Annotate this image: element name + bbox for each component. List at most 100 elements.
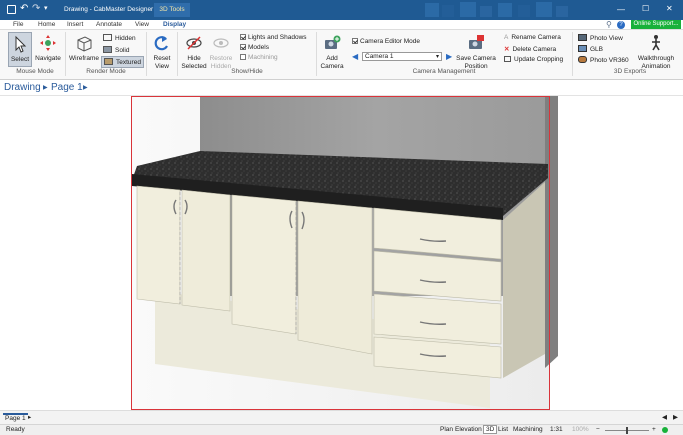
camera-editor-mode-checkbox[interactable]: Camera Editor Mode bbox=[352, 38, 420, 45]
reset-view-button[interactable]: Reset View bbox=[149, 32, 175, 70]
title-bar-decoration bbox=[425, 2, 568, 17]
previous-camera-icon[interactable]: ◀ bbox=[352, 52, 358, 61]
checkbox-checked[interactable] bbox=[240, 44, 246, 50]
hide-selected-button[interactable]: Hide Selected bbox=[180, 32, 208, 70]
3d-scene[interactable] bbox=[0, 96, 683, 410]
3d-exports-group-label: 3D Exports bbox=[613, 68, 647, 75]
zoom-out-button[interactable]: − bbox=[596, 426, 600, 433]
scroll-right-icon[interactable]: ▶ bbox=[673, 413, 678, 421]
online-support-button[interactable]: Online Support... bbox=[631, 20, 681, 29]
navigate-button[interactable]: Navigate bbox=[33, 32, 63, 67]
rename-camera-label: Rename Camera bbox=[511, 34, 561, 41]
breadcrumb-page[interactable]: Page 1 bbox=[51, 82, 83, 93]
photo-vr360-button[interactable]: Photo VR360 bbox=[578, 56, 629, 64]
add-camera-line2: Camera bbox=[320, 63, 344, 70]
wireframe-box-icon bbox=[77, 36, 92, 52]
ribbon-separator bbox=[572, 32, 573, 76]
status-text: Ready bbox=[6, 426, 25, 433]
camera-add-icon bbox=[325, 35, 341, 49]
help-icon[interactable]: ? bbox=[617, 21, 625, 29]
tab-home[interactable]: Home bbox=[38, 21, 55, 28]
breadcrumb-root[interactable]: Drawing bbox=[4, 82, 41, 93]
select-label: Select bbox=[10, 56, 30, 63]
vr360-icon bbox=[578, 56, 587, 63]
3d-viewport[interactable] bbox=[0, 96, 683, 410]
rename-icon: A bbox=[504, 34, 509, 41]
online-status-icon bbox=[662, 427, 668, 433]
page-tab-active[interactable]: Page 1 bbox=[3, 413, 28, 422]
quick-access-dropdown-icon[interactable]: ▾ bbox=[44, 4, 48, 12]
window-title: Drawing - CabMaster Designer bbox=[64, 6, 154, 13]
ribbon-separator bbox=[177, 32, 178, 76]
select-button[interactable]: Select bbox=[8, 32, 32, 67]
ribbon-tabs: File Home Insert Annotate View Display ⚲… bbox=[0, 20, 683, 30]
tab-file[interactable]: File bbox=[13, 21, 23, 28]
side-wall bbox=[545, 96, 558, 368]
minimize-button[interactable]: — bbox=[617, 5, 625, 14]
render-mode-group-label: Render Mode bbox=[86, 68, 126, 75]
glb-button[interactable]: GLB bbox=[578, 45, 603, 53]
machining-checkbox[interactable]: Machining bbox=[240, 54, 278, 61]
add-camera-button[interactable]: Add Camera bbox=[318, 32, 346, 70]
tab-annotate[interactable]: Annotate bbox=[96, 21, 122, 28]
save-camera-line1: Save Camera bbox=[456, 55, 496, 62]
add-page-icon[interactable]: ▸ bbox=[28, 413, 31, 421]
zoom-level: 100% bbox=[572, 426, 589, 433]
reset-view-line1: Reset bbox=[153, 55, 171, 62]
3d-view-button[interactable]: 3D bbox=[483, 425, 498, 434]
update-cropping-label: Update Cropping bbox=[514, 56, 564, 63]
lights-and-shadows-label: Lights and Shadows bbox=[248, 34, 307, 41]
delete-camera-button[interactable]: ✕ Delete Camera bbox=[504, 45, 556, 53]
ribbon-separator bbox=[146, 32, 147, 76]
maximize-button[interactable]: ☐ bbox=[642, 4, 649, 13]
update-cropping-button[interactable]: Update Cropping bbox=[504, 56, 563, 63]
reset-arrow-icon bbox=[154, 36, 168, 51]
navigate-arrows-icon bbox=[40, 35, 56, 51]
zoom-in-button[interactable]: + bbox=[652, 426, 656, 433]
cabinet-door[interactable] bbox=[181, 189, 231, 312]
checkbox-unchecked[interactable] bbox=[240, 54, 246, 60]
elevation-view-button[interactable]: Elevation bbox=[455, 426, 482, 433]
undo-icon[interactable]: ↶ bbox=[20, 3, 28, 14]
camera-select[interactable]: Camera 1 ▾ bbox=[362, 52, 442, 61]
walkthrough-person-icon bbox=[652, 35, 660, 51]
redo-icon[interactable]: ↷ bbox=[32, 3, 40, 14]
zoom-slider-thumb[interactable] bbox=[626, 427, 628, 434]
tab-insert[interactable]: Insert bbox=[67, 21, 83, 28]
context-tab-3d-tools: 3D Tools bbox=[154, 3, 190, 17]
rename-camera-button[interactable]: A Rename Camera bbox=[504, 34, 561, 41]
cabinet-door[interactable] bbox=[231, 194, 297, 335]
tab-display[interactable]: Display bbox=[163, 21, 186, 28]
checkbox-checked[interactable] bbox=[352, 38, 358, 44]
machining-view-button[interactable]: Machining bbox=[513, 426, 543, 433]
lights-and-shadows-checkbox[interactable]: Lights and Shadows bbox=[240, 34, 307, 41]
solid-button[interactable]: Solid bbox=[103, 46, 129, 54]
checkbox-checked[interactable] bbox=[240, 34, 246, 40]
notifications-icon[interactable]: ⚲ bbox=[606, 20, 612, 29]
camera-select-value: Camera 1 bbox=[365, 53, 394, 60]
save-icon[interactable] bbox=[7, 5, 16, 14]
textured-button[interactable]: Textured bbox=[101, 56, 144, 68]
restore-hidden-line1: Restore bbox=[209, 55, 233, 62]
close-button[interactable]: ✕ bbox=[666, 4, 673, 13]
scroll-left-icon[interactable]: ◀ bbox=[662, 413, 667, 421]
save-camera-position-button[interactable]: Save Camera Position bbox=[456, 32, 496, 70]
plan-view-button[interactable]: Plan bbox=[440, 426, 453, 433]
cabinet-door[interactable] bbox=[136, 185, 181, 305]
hidden-button[interactable]: Hidden bbox=[103, 34, 136, 42]
delete-camera-label: Delete Camera bbox=[512, 46, 557, 53]
photo-view-button[interactable]: Photo View bbox=[578, 34, 623, 42]
walkthrough-animation-button[interactable]: Walkthrough Animation bbox=[632, 32, 680, 70]
photo-icon bbox=[578, 34, 587, 41]
next-camera-icon[interactable]: ▶ bbox=[446, 52, 452, 61]
tab-view[interactable]: View bbox=[135, 21, 149, 28]
scale-readout[interactable]: 1:31 bbox=[550, 426, 563, 433]
cabinet-door[interactable] bbox=[297, 200, 373, 355]
list-view-button[interactable]: List bbox=[498, 426, 508, 433]
models-checkbox[interactable]: Models bbox=[240, 44, 269, 51]
hide-selected-line1: Hide bbox=[187, 55, 201, 62]
restore-eye-icon bbox=[213, 38, 229, 48]
wireframe-button[interactable]: Wireframe bbox=[67, 32, 101, 67]
solid-label: Solid bbox=[115, 47, 130, 54]
breadcrumb-chevron-icon: ▶ bbox=[83, 85, 88, 91]
